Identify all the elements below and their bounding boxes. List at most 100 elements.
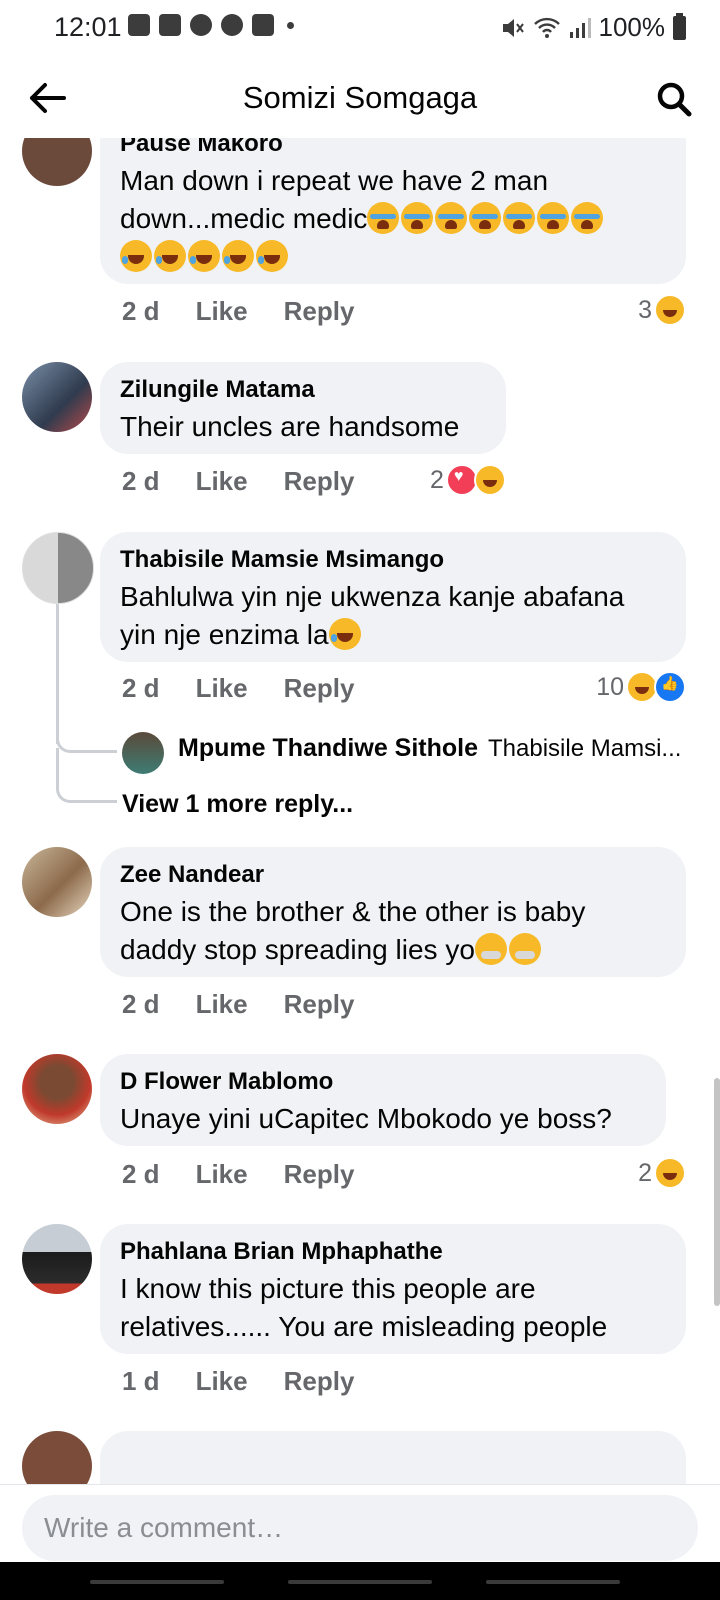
comment-input[interactable] [22, 1495, 698, 1561]
comment-author[interactable]: Zilungile Matama [120, 376, 486, 404]
reaction-summary[interactable]: 2 [638, 1157, 686, 1189]
mute-icon [502, 18, 524, 37]
laughing-emoji [222, 240, 254, 272]
avatar[interactable] [22, 1224, 92, 1294]
recents-button[interactable] [90, 1580, 224, 1584]
reaction-count: 3 [638, 295, 652, 324]
avatar[interactable] [22, 138, 92, 186]
reaction-summary[interactable]: 3 [638, 294, 686, 326]
reply-button[interactable]: Reply [284, 296, 355, 327]
home-button[interactable] [288, 1580, 432, 1584]
reaction-count: 10 [596, 672, 624, 701]
reply-author[interactable]: Mpume Thandiwe Sithole [178, 734, 478, 763]
reply-button[interactable]: Reply [284, 1366, 355, 1397]
comment-composer [0, 1484, 720, 1563]
reply-preview[interactable]: Mpume Thandiwe Sithole Thabisile Mamsi..… [122, 734, 702, 763]
comment-time[interactable]: 2 d [122, 1159, 160, 1190]
comment-text: Their uncles are handsome [120, 411, 460, 442]
avatar[interactable] [22, 532, 94, 604]
face-with-steam-emoji [474, 933, 507, 965]
back-nav-button[interactable] [486, 1580, 620, 1584]
comment-author[interactable]: Pause Makoro [120, 138, 666, 158]
crying-face-emoji [503, 202, 536, 234]
crying-face-emoji [435, 202, 468, 234]
like-button[interactable]: Like [196, 296, 248, 327]
comment-actions: 2 d Like Reply [122, 466, 390, 497]
system-navigation-bar [0, 1562, 720, 1600]
view-more-replies-link[interactable]: View 1 more reply... [122, 790, 353, 819]
comment-actions: 2 d Like Reply [122, 673, 390, 704]
comment-bubble[interactable]: Phahlana Brian Mphaphathe I know this pi… [100, 1224, 686, 1354]
haha-reaction-icon [654, 1157, 686, 1189]
comment-time[interactable]: 2 d [122, 466, 160, 497]
crying-face-emoji [537, 202, 570, 234]
comment-time[interactable]: 1 d [122, 1366, 160, 1397]
top-app-bar: Somizi Somgaga [0, 60, 720, 138]
comment-actions: 2 d Like Reply [122, 296, 390, 327]
status-bar: 12:01 100% [0, 0, 720, 52]
comment-text: Unaye yini uCapitec Mbokodo ye boss? [120, 1103, 612, 1134]
crying-face-emoji [571, 202, 604, 234]
reply-snippet: Thabisile Mamsi... [488, 734, 682, 762]
reply-button[interactable]: Reply [284, 673, 355, 704]
laughing-emoji [154, 240, 186, 272]
crying-face-emoji [367, 202, 400, 234]
scrollbar[interactable] [714, 1078, 720, 1306]
reaction-summary[interactable]: 2 [430, 464, 506, 496]
app-notification-icon [128, 14, 150, 36]
laughing-emoji [188, 240, 220, 272]
like-button[interactable]: Like [196, 989, 248, 1020]
haha-reaction-icon [473, 464, 506, 496]
laughing-emoji [120, 240, 152, 272]
comment-author[interactable]: Zee Nandear [120, 861, 666, 889]
comment-author[interactable]: D Flower Mablomo [120, 1068, 646, 1096]
comment-bubble[interactable]: D Flower Mablomo Unaye yini uCapitec Mbo… [100, 1054, 666, 1146]
comment-text: Bahlulwa yin nje ukwenza kanje abafana y… [120, 581, 625, 650]
more-notifications-icon [287, 21, 294, 29]
comment-author[interactable]: Thabisile Mamsie Msimango [120, 546, 666, 574]
youtube-icon [159, 14, 181, 36]
facebook-icon [190, 14, 212, 36]
crying-face-emoji [401, 202, 434, 234]
cloud-icon [221, 14, 243, 36]
search-button[interactable] [652, 78, 696, 120]
battery-icon [673, 12, 686, 40]
comment-text: I know this picture this people are rela… [120, 1273, 608, 1342]
reply-button[interactable]: Reply [284, 466, 355, 497]
page-title: Somizi Somgaga [242, 80, 478, 115]
avatar[interactable] [22, 1431, 92, 1484]
face-with-steam-emoji [508, 933, 541, 965]
laughing-emoji [328, 618, 361, 650]
avatar[interactable] [22, 1054, 92, 1124]
reaction-summary[interactable]: 10 [596, 671, 686, 703]
reaction-count: 2 [638, 1158, 652, 1187]
like-button[interactable]: Like [196, 1159, 248, 1190]
comment-actions: 2 d Like Reply [122, 1159, 390, 1190]
like-button[interactable]: Like [196, 673, 248, 704]
avatar[interactable] [22, 362, 92, 432]
like-reaction-icon [654, 671, 686, 703]
reply-button[interactable]: Reply [284, 989, 355, 1020]
comment-actions: 2 d Like Reply [122, 989, 390, 1020]
status-time: 12:01 [54, 12, 122, 42]
like-button[interactable]: Like [196, 466, 248, 497]
search-icon [657, 82, 692, 117]
comments-list[interactable]: Pause Makoro Man down i repeat we have 2… [0, 138, 720, 1484]
like-button[interactable]: Like [196, 1366, 248, 1397]
comment-bubble[interactable]: Thabisile Mamsie Msimango Bahlulwa yin n… [100, 532, 686, 662]
comment-time[interactable]: 2 d [122, 989, 160, 1020]
comment-time[interactable]: 2 d [122, 296, 160, 327]
signal-icon [569, 17, 591, 38]
comment-actions: 1 d Like Reply [122, 1366, 390, 1397]
crying-face-emoji [469, 202, 502, 234]
comment-bubble[interactable]: Zilungile Matama Their uncles are handso… [100, 362, 506, 454]
comment-author[interactable]: Phahlana Brian Mphaphathe [120, 1238, 666, 1266]
wifi-icon [533, 17, 560, 38]
comment-bubble[interactable] [100, 1431, 686, 1484]
comment-bubble[interactable]: Zee Nandear One is the brother & the oth… [100, 847, 686, 977]
reply-button[interactable]: Reply [284, 1159, 355, 1190]
comment-time[interactable]: 2 d [122, 673, 160, 704]
comment-bubble[interactable]: Pause Makoro Man down i repeat we have 2… [100, 138, 686, 284]
avatar[interactable] [22, 847, 92, 917]
system-status: 100% [499, 12, 686, 43]
